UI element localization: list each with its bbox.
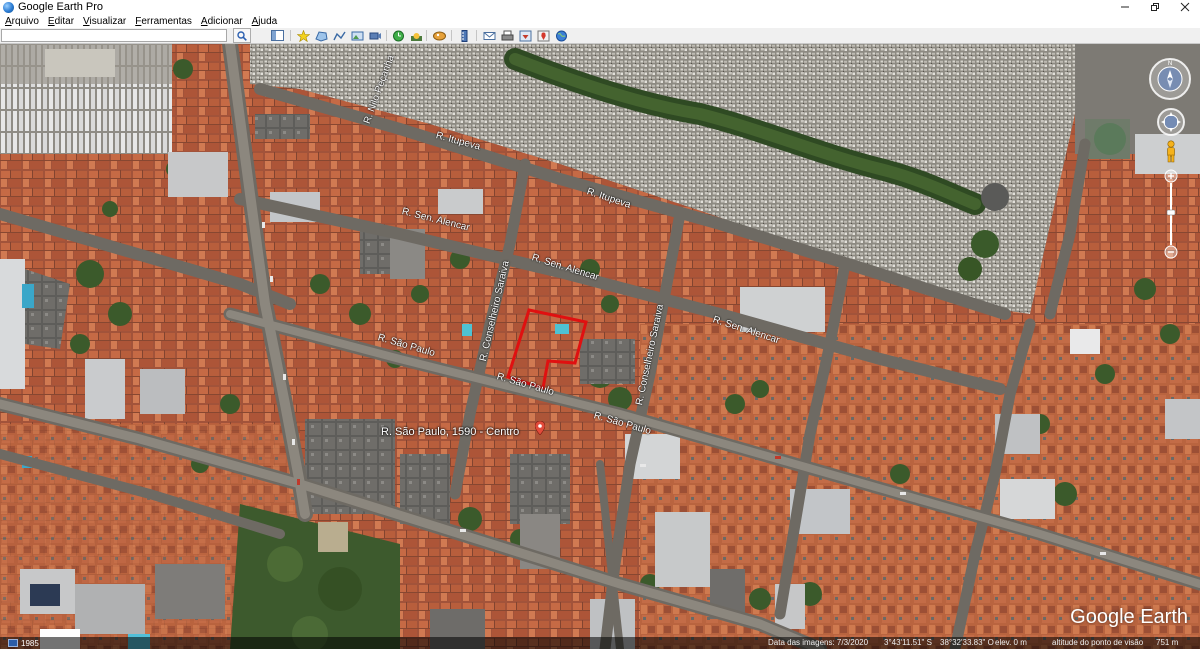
placemark-icon bbox=[297, 29, 310, 42]
search-result-label[interactable]: R. São Paulo, 1590 - Centro bbox=[381, 426, 519, 438]
menu-ferramentas[interactable]: Ferramentas bbox=[135, 16, 192, 27]
status-bar: 1985 Data das imagens: 7/3/2020 3°43'11.… bbox=[0, 637, 1200, 649]
record-tour-icon bbox=[369, 32, 381, 39]
eye-altitude-label: altitude do ponto de visão bbox=[1052, 638, 1144, 647]
historical-imagery-icon bbox=[393, 30, 404, 41]
longitude-readout: 38°32'33.83" O bbox=[940, 638, 994, 647]
polygon-icon bbox=[315, 30, 328, 42]
add-path-button[interactable] bbox=[332, 29, 347, 42]
menu-arquivo[interactable]: Arquivo bbox=[5, 16, 39, 27]
save-image-icon bbox=[519, 30, 532, 41]
earth-gallery-button[interactable] bbox=[554, 29, 569, 42]
eye-altitude-value: 751 m bbox=[1156, 638, 1179, 647]
email-button[interactable] bbox=[482, 29, 497, 42]
image-overlay-icon bbox=[351, 31, 364, 40]
menu-bar: Arquivo Editar Visualizar Ferramentas Ad… bbox=[0, 14, 1200, 28]
view-in-maps-icon bbox=[537, 30, 550, 41]
google-earth-app-icon bbox=[3, 1, 14, 13]
close-icon bbox=[1180, 2, 1190, 12]
sidebar-toggle-button[interactable] bbox=[270, 29, 285, 42]
pegman-street-view-icon[interactable] bbox=[1164, 140, 1178, 164]
save-image-button[interactable] bbox=[518, 29, 533, 42]
google-earth-logo: Google Earth bbox=[1070, 606, 1188, 628]
historical-tour-icon bbox=[8, 639, 18, 647]
restore-icon bbox=[1151, 3, 1159, 11]
magnifier-icon bbox=[237, 30, 247, 41]
window-title: Google Earth Pro bbox=[18, 1, 103, 13]
toolbar-separator bbox=[451, 30, 452, 41]
add-placemark-button[interactable] bbox=[296, 29, 311, 42]
zoom-slider-control[interactable] bbox=[1163, 168, 1179, 260]
map-viewport[interactable]: R. Nilo Peçanha R. Itupeva R. Itupeva R.… bbox=[0, 44, 1200, 649]
earth-gallery-icon bbox=[556, 30, 567, 41]
toolbar-separator bbox=[386, 30, 387, 41]
window-controls bbox=[1110, 0, 1200, 14]
search-input[interactable] bbox=[1, 29, 227, 42]
email-icon bbox=[483, 31, 496, 40]
path-icon bbox=[333, 31, 346, 40]
menu-visualizar[interactable]: Visualizar bbox=[83, 16, 126, 27]
switch-to-sky-button[interactable] bbox=[432, 29, 447, 42]
toolbar-separator bbox=[476, 30, 477, 41]
imagery-date: Data das imagens: 7/3/2020 bbox=[768, 638, 869, 647]
look-joystick-control[interactable] bbox=[1156, 107, 1186, 137]
toolbar bbox=[0, 28, 1200, 44]
view-in-maps-button[interactable] bbox=[536, 29, 551, 42]
maximize-button[interactable] bbox=[1140, 0, 1170, 14]
tour-year-text: 1985 bbox=[21, 638, 39, 648]
add-polygon-button[interactable] bbox=[314, 29, 329, 42]
sunlight-button[interactable] bbox=[409, 29, 424, 42]
satellite-imagery bbox=[0, 44, 1200, 649]
elevation-readout: elev. 0 m bbox=[995, 638, 1027, 647]
compass-navigation-control[interactable]: N bbox=[1148, 57, 1192, 101]
menu-adicionar[interactable]: Adicionar bbox=[201, 16, 243, 27]
minimize-button[interactable] bbox=[1110, 0, 1140, 14]
toolbar-separator bbox=[426, 30, 427, 41]
minimize-icon bbox=[1121, 6, 1129, 8]
sidebar-toggle-icon bbox=[271, 30, 284, 41]
tour-guide-year[interactable]: 1985 bbox=[8, 637, 39, 649]
svg-text:N: N bbox=[1168, 61, 1172, 67]
close-button[interactable] bbox=[1170, 0, 1200, 14]
record-tour-button[interactable] bbox=[368, 29, 383, 42]
toolbar-separator bbox=[290, 30, 291, 41]
menu-ajuda[interactable]: Ajuda bbox=[252, 16, 278, 27]
menu-editar[interactable]: Editar bbox=[48, 16, 74, 27]
ruler-button[interactable] bbox=[457, 29, 472, 42]
add-image-overlay-button[interactable] bbox=[350, 29, 365, 42]
print-icon bbox=[501, 30, 514, 40]
switch-to-sky-icon bbox=[433, 31, 446, 40]
print-button[interactable] bbox=[500, 29, 515, 42]
historical-imagery-button[interactable] bbox=[391, 29, 406, 42]
location-pin-icon[interactable] bbox=[535, 421, 545, 435]
title-bar: Google Earth Pro bbox=[0, 0, 1200, 14]
search-button[interactable] bbox=[233, 28, 251, 43]
latitude-readout: 3°43'11.51" S bbox=[884, 638, 932, 647]
sunlight-icon bbox=[411, 32, 422, 41]
ruler-icon bbox=[461, 29, 468, 42]
